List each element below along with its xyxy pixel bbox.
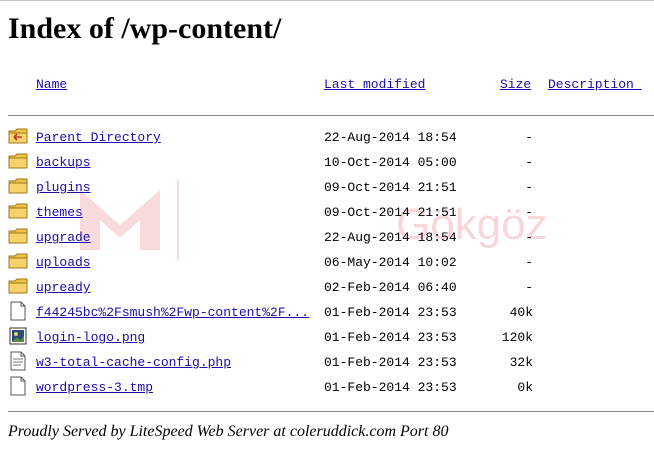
size-cell: - xyxy=(525,255,533,270)
last-modified-cell: 01-Feb-2014 23:53 xyxy=(324,380,457,395)
last-modified-cell: 22-Aug-2014 18:54 xyxy=(324,130,457,145)
file-link[interactable]: w3-total-cache-config.php xyxy=(36,355,231,371)
size-cell: 32k xyxy=(509,355,533,370)
folder-icon xyxy=(8,176,28,196)
table-row: upgrade 22-Aug-2014 18:54 - xyxy=(0,226,654,251)
size-cell: 40k xyxy=(509,305,533,320)
file-icon xyxy=(8,301,28,321)
table-row: themes 09-Oct-2014 21:51 - xyxy=(0,201,654,226)
image-file-icon xyxy=(8,326,28,346)
last-modified-cell: 22-Aug-2014 18:54 xyxy=(324,230,457,245)
back-folder-icon xyxy=(8,126,28,146)
file-link[interactable]: upready xyxy=(36,280,91,296)
column-header-size[interactable]: Size xyxy=(500,77,531,93)
file-link[interactable]: upgrade xyxy=(36,230,91,246)
server-footer: Proudly Served by LiteSpeed Web Server a… xyxy=(8,423,449,440)
size-cell: 120k xyxy=(501,330,533,345)
last-modified-cell: 02-Feb-2014 06:40 xyxy=(324,280,457,295)
column-header-name[interactable]: Name xyxy=(36,77,67,93)
file-link[interactable]: plugins xyxy=(36,180,91,196)
size-cell: - xyxy=(525,155,533,170)
last-modified-cell: 10-Oct-2014 05:00 xyxy=(324,155,457,170)
last-modified-cell: 09-Oct-2014 21:51 xyxy=(324,205,457,220)
file-link[interactable]: Parent Directory xyxy=(36,130,161,146)
size-cell: - xyxy=(525,130,533,145)
table-row: plugins 09-Oct-2014 21:51 - xyxy=(0,176,654,201)
last-modified-cell: 09-Oct-2014 21:51 xyxy=(324,180,457,195)
size-cell: 0k xyxy=(517,380,533,395)
size-cell: - xyxy=(525,280,533,295)
column-header-description[interactable]: Description xyxy=(548,77,642,93)
table-row: Parent Directory 22-Aug-2014 18:54 - xyxy=(0,126,654,151)
last-modified-cell: 01-Feb-2014 23:53 xyxy=(324,355,457,370)
last-modified-cell: 06-May-2014 10:02 xyxy=(324,255,457,270)
header-divider xyxy=(8,115,654,116)
table-row: f44245bc%2Fsmush%2Fwp-content%2F... 01-Fe… xyxy=(0,301,654,326)
page-title: Index of /wp-content/ xyxy=(8,12,282,45)
column-header-description-label: Description xyxy=(548,77,634,92)
size-cell: - xyxy=(525,180,533,195)
file-link[interactable]: backups xyxy=(36,155,91,171)
file-icon xyxy=(8,376,28,396)
column-header-last-modified[interactable]: Last modified xyxy=(324,77,425,93)
folder-icon xyxy=(8,276,28,296)
file-link[interactable]: themes xyxy=(36,205,83,221)
last-modified-cell: 01-Feb-2014 23:53 xyxy=(324,305,457,320)
file-link[interactable]: wordpress-3.tmp xyxy=(36,380,153,396)
folder-icon xyxy=(8,151,28,171)
folder-icon xyxy=(8,251,28,271)
file-link[interactable]: f44245bc%2Fsmush%2Fwp-content%2F... xyxy=(36,305,309,321)
last-modified-cell: 01-Feb-2014 23:53 xyxy=(324,330,457,345)
table-row: login-logo.png 01-Feb-2014 23:53 120k xyxy=(0,326,654,351)
text-file-icon xyxy=(8,351,28,371)
table-row: w3-total-cache-config.php 01-Feb-2014 23:… xyxy=(0,351,654,376)
file-link[interactable]: uploads xyxy=(36,255,91,271)
table-row: wordpress-3.tmp 01-Feb-2014 23:53 0k xyxy=(0,376,654,401)
top-border xyxy=(0,0,654,1)
table-row: uploads 06-May-2014 10:02 - xyxy=(0,251,654,276)
table-row: backups 10-Oct-2014 05:00 - xyxy=(0,151,654,176)
size-cell: - xyxy=(525,230,533,245)
footer-divider xyxy=(8,411,654,412)
folder-icon xyxy=(8,226,28,246)
table-row: upready 02-Feb-2014 06:40 - xyxy=(0,276,654,301)
size-cell: - xyxy=(525,205,533,220)
file-link[interactable]: login-logo.png xyxy=(36,330,145,346)
folder-icon xyxy=(8,201,28,221)
